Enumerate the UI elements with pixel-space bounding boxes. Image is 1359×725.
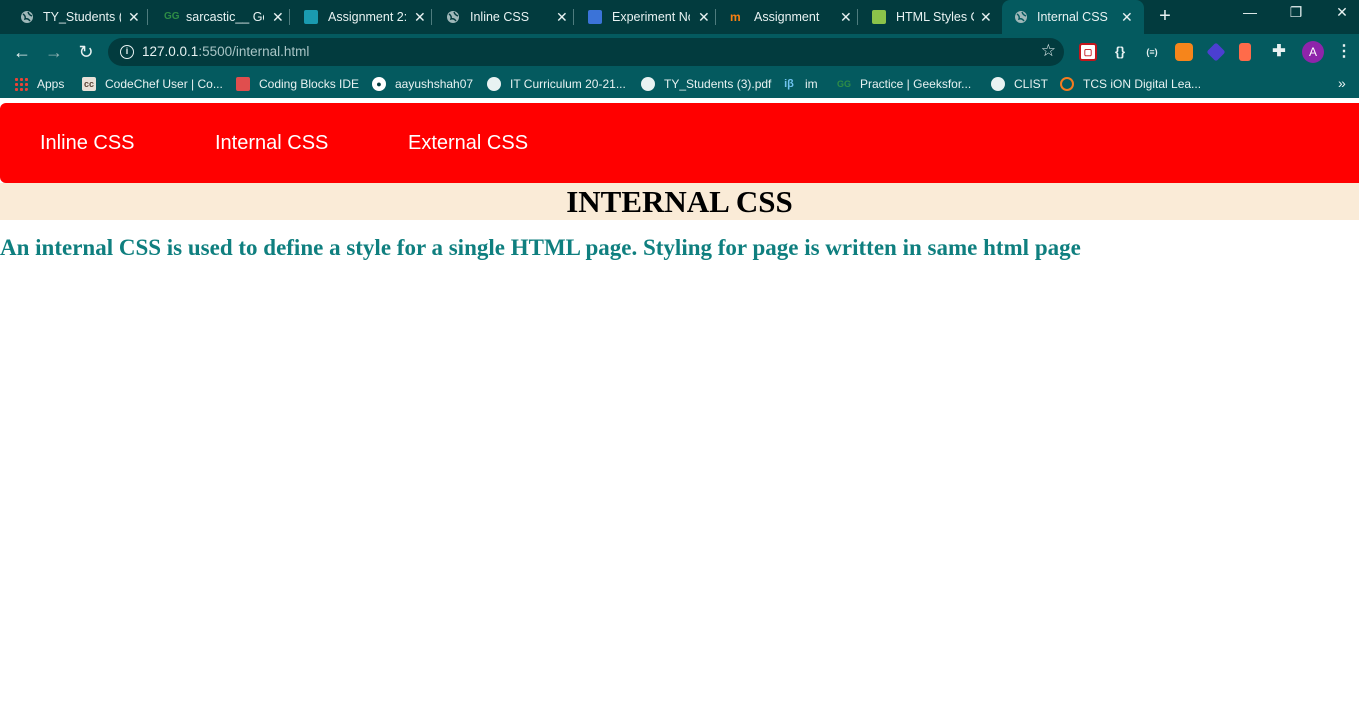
close-tab-icon[interactable]: ✕ (980, 8, 992, 26)
browser-tab[interactable]: Experiment No ✕ (574, 0, 716, 34)
nav-link-inline-css[interactable]: Inline CSS (40, 132, 135, 155)
globe-icon (1015, 11, 1027, 23)
bookmark-item[interactable]: iβ im (782, 76, 818, 92)
profile-avatar[interactable]: A (1302, 41, 1324, 63)
url-text[interactable]: 127.0.0.1:5500/internal.html (142, 44, 309, 59)
bookmark-label: TY_Students (3).pdf (664, 77, 772, 91)
description-text: An internal CSS is used to define a styl… (0, 235, 1081, 260)
bookmark-item[interactable]: GG Practice | Geeksfor... (837, 76, 971, 92)
back-icon[interactable]: ← (10, 40, 34, 64)
tab-title: TY_Students (3 (43, 10, 121, 24)
classroom-icon (304, 10, 318, 24)
w3schools-icon (872, 10, 886, 24)
globe-icon (991, 77, 1005, 91)
bookmark-item[interactable]: TY_Students (3).pdf (641, 76, 771, 92)
restore-icon[interactable]: ❐ (1286, 4, 1306, 21)
extension-icon[interactable] (1239, 43, 1251, 61)
tab-title: sarcastic__ Gee (186, 10, 264, 24)
bookmark-star-icon[interactable]: ☆ (1041, 41, 1056, 61)
close-tab-icon[interactable]: ✕ (128, 8, 140, 26)
url-path: :5500/internal.html (198, 44, 310, 59)
close-window-icon[interactable]: ✕ (1332, 4, 1352, 21)
heading-band: INTERNAL CSS (0, 183, 1359, 220)
forward-icon[interactable]: → (42, 40, 66, 64)
close-tab-icon[interactable]: ✕ (272, 8, 284, 26)
tab-title: Assignment 2: (328, 10, 406, 24)
bookmark-item[interactable]: ● aayushshah07 (372, 76, 473, 92)
tab-title: Internal CSS (1037, 10, 1108, 24)
bookmarks-bar: Apps cc CodeChef User | Co... Coding Blo… (0, 70, 1359, 98)
globe-icon (641, 77, 655, 91)
menu-icon[interactable]: ⋮ (1336, 41, 1352, 63)
bookmark-item[interactable]: TCS iON Digital Lea... (1060, 76, 1201, 92)
extension-icon[interactable] (1206, 42, 1226, 62)
bookmark-label: TCS iON Digital Lea... (1083, 77, 1202, 91)
browser-tab-active[interactable]: Internal CSS ✕ (1002, 0, 1144, 34)
bookmark-item[interactable]: Coding Blocks IDE (236, 76, 359, 92)
browser-tab[interactable]: GG sarcastic__ Gee ✕ (148, 0, 290, 34)
bookmark-label: IT Curriculum 20-21... (510, 77, 626, 91)
tab-strip: TY_Students (3 ✕ GG sarcastic__ Gee ✕ As… (0, 0, 1359, 34)
moodle-icon: m (730, 10, 741, 24)
coding-blocks-icon (236, 77, 250, 91)
more-bookmarks-icon[interactable]: » (1338, 75, 1346, 91)
globe-icon (487, 77, 501, 91)
apps-grid-icon (14, 77, 28, 91)
browser-tab[interactable]: m Assignment ✕ (716, 0, 858, 34)
github-icon: ● (372, 77, 386, 91)
site-nav: Inline CSS Internal CSS External CSS (0, 103, 1359, 183)
extension-icon[interactable]: ▢ (1079, 43, 1097, 61)
reload-icon[interactable]: ↻ (74, 40, 98, 64)
classroom-icon (588, 10, 602, 24)
ib-icon: iβ (784, 78, 794, 90)
close-tab-icon[interactable]: ✕ (556, 8, 568, 26)
nav-link-external-css[interactable]: External CSS (408, 132, 528, 155)
web-page: Inline CSS Internal CSS External CSS INT… (0, 98, 1359, 725)
close-tab-icon[interactable]: ✕ (698, 8, 710, 26)
browser-tab[interactable]: TY_Students (3 ✕ (0, 0, 148, 34)
browser-tab[interactable]: Inline CSS ✕ (432, 0, 574, 34)
page-title: INTERNAL CSS (566, 184, 793, 219)
bookmark-label: Coding Blocks IDE (259, 77, 360, 91)
bookmark-item[interactable]: cc CodeChef User | Co... (82, 76, 223, 92)
minimize-icon[interactable]: — (1240, 4, 1260, 20)
globe-icon (447, 11, 459, 23)
browser-tab[interactable]: Assignment 2: ✕ (290, 0, 432, 34)
browser-toolbar: ← → ↻ i 127.0.0.1:5500/internal.html ☆ ▢… (0, 34, 1359, 70)
extension-icon[interactable]: (≡) (1143, 43, 1161, 61)
site-info-icon[interactable]: i (120, 45, 134, 59)
bookmark-item[interactable]: IT Curriculum 20-21... (487, 76, 626, 92)
geeksforgeeks-icon: GG (837, 79, 852, 89)
close-tab-icon[interactable]: ✕ (840, 8, 852, 26)
tcs-ion-icon (1060, 77, 1074, 91)
geeksforgeeks-icon: GG (164, 11, 180, 22)
bookmark-item[interactable]: CLIST (991, 76, 1048, 92)
tab-title: Experiment No (612, 10, 690, 24)
bookmark-label: CLIST (1014, 77, 1049, 91)
tab-title: HTML Styles C (896, 10, 974, 24)
bookmark-label: aayushshah07 (395, 77, 474, 91)
tab-title: Inline CSS (470, 10, 530, 24)
url-host: 127.0.0.1 (142, 44, 199, 59)
bookmark-label: CodeChef User | Co... (105, 77, 223, 91)
globe-icon (21, 11, 33, 23)
metamask-icon[interactable] (1175, 43, 1193, 61)
bookmark-label: im (805, 77, 818, 91)
close-tab-icon[interactable]: ✕ (414, 8, 426, 26)
puzzle-icon[interactable]: ✚ (1270, 43, 1288, 61)
bookmark-label: Apps (37, 77, 65, 91)
tab-title: Assignment (754, 10, 820, 24)
bookmark-label: Practice | Geeksfor... (860, 77, 972, 91)
new-tab-icon[interactable]: + (1155, 6, 1175, 26)
browser-tab[interactable]: HTML Styles C ✕ (858, 0, 1000, 34)
address-bar[interactable]: i 127.0.0.1:5500/internal.html ☆ (108, 38, 1064, 66)
bookmark-apps[interactable]: Apps (14, 76, 64, 92)
json-extension-icon[interactable]: {} (1111, 43, 1129, 61)
codechef-icon: cc (82, 77, 96, 91)
nav-link-internal-css[interactable]: Internal CSS (215, 132, 328, 155)
close-tab-icon[interactable]: ✕ (1121, 8, 1133, 26)
